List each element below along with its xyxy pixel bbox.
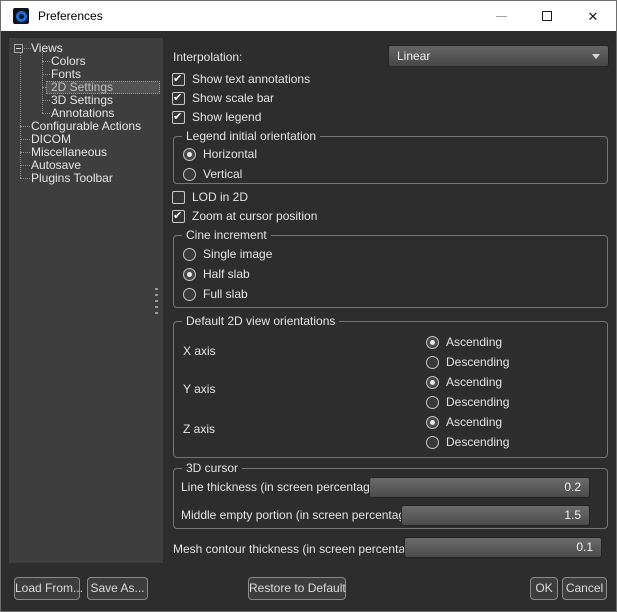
settings-tree: Views Colors Fonts 2D Settings 3D Settin… [9,38,163,563]
dialog-content: Views Colors Fonts 2D Settings 3D Settin… [1,31,616,611]
group-title: Cine increment [182,229,271,242]
minimize-button[interactable] [478,1,524,31]
restore-to-default-button[interactable]: Restore to Default [248,577,346,600]
show-legend-checkbox[interactable]: ✔ Show legend [172,110,261,124]
radio-label: Descending [446,395,509,409]
radio-label: Descending [446,355,509,369]
load-from-button[interactable]: Load From... [14,577,80,600]
tree-item-plugins-toolbar[interactable]: Plugins Toolbar [9,172,163,185]
radio-selected-icon [183,148,196,161]
z-axis-descending-radio[interactable]: Descending [426,435,509,449]
show-scale-bar-checkbox[interactable]: ✔ Show scale bar [172,91,274,105]
radio-icon [183,248,196,261]
checkbox-label: Show text annotations [192,72,310,86]
tree-item-views[interactable]: Views [9,42,163,55]
group-title: Legend initial orientation [182,130,320,143]
radio-label: Vertical [203,167,242,181]
minus-icon [16,48,21,49]
middle-empty-portion-value: 1.5 [564,508,581,522]
y-axis-label: Y axis [183,382,215,396]
app-icon [13,8,29,24]
y-axis-ascending-radio[interactable]: Ascending [426,375,502,389]
radio-selected-icon [426,336,439,349]
tree-collapse-icon[interactable] [14,44,23,53]
close-button[interactable]: ✕ [570,1,616,31]
ok-button[interactable]: OK [530,577,558,600]
radio-icon [426,436,439,449]
checkbox-label: Show scale bar [192,91,274,105]
checkbox-checked-icon: ✔ [172,92,185,105]
z-axis-label: Z axis [183,422,215,436]
x-axis-ascending-radio[interactable]: Ascending [426,335,502,349]
radio-label: Half slab [203,267,250,281]
checkbox-unchecked-icon [172,191,185,204]
maximize-button[interactable] [524,1,570,31]
view-orientations-group: Default 2D view orientations [173,321,608,458]
cancel-button[interactable]: Cancel [562,577,607,600]
line-thickness-input[interactable]: 0.2 [369,477,590,498]
lod-in-2d-checkbox[interactable]: LOD in 2D [172,190,248,204]
radio-label: Full slab [203,287,248,301]
radio-icon [426,396,439,409]
radio-selected-icon [183,268,196,281]
app-logo-ring-icon [16,11,27,22]
radio-label: Ascending [446,335,502,349]
window-title: Preferences [38,9,103,23]
window-controls: ✕ [478,1,616,31]
middle-empty-portion-label: Middle empty portion (in screen percenta… [181,508,419,522]
radio-label: Ascending [446,375,502,389]
radio-selected-icon [426,376,439,389]
checkbox-checked-icon: ✔ [172,73,185,86]
line-thickness-value: 0.2 [564,480,581,494]
checkbox-label: Zoom at cursor position [192,209,317,223]
x-axis-descending-radio[interactable]: Descending [426,355,509,369]
radio-icon [426,356,439,369]
tree-item-colors[interactable]: Colors [9,55,163,68]
close-icon: ✕ [588,10,599,23]
mesh-contour-thickness-value: 0.1 [576,540,593,554]
mesh-contour-thickness-label: Mesh contour thickness (in screen percen… [173,542,426,556]
cine-single-image-radio[interactable]: Single image [183,247,272,261]
titlebar: Preferences ✕ [1,1,616,31]
x-axis-label: X axis [183,344,216,358]
radio-label: Descending [446,435,509,449]
cine-half-slab-radio[interactable]: Half slab [183,267,250,281]
maximize-icon [542,11,552,21]
interpolation-value: Linear [397,49,430,63]
zoom-at-cursor-checkbox[interactable]: ✔ Zoom at cursor position [172,209,317,223]
group-title: 3D cursor [182,462,242,475]
show-text-annotations-checkbox[interactable]: ✔ Show text annotations [172,72,310,86]
preferences-window: Preferences ✕ Views Colors [0,0,617,612]
save-as-button[interactable]: Save As... [87,577,148,600]
checkbox-checked-icon: ✔ [172,210,185,223]
group-title: Default 2D view orientations [182,315,339,328]
radio-label: Single image [203,247,272,261]
interpolation-label: Interpolation: [173,50,242,64]
z-axis-ascending-radio[interactable]: Ascending [426,415,502,429]
radio-icon [183,168,196,181]
checkbox-label: Show legend [192,110,261,124]
y-axis-descending-radio[interactable]: Descending [426,395,509,409]
checkbox-label: LOD in 2D [192,190,248,204]
middle-empty-portion-input[interactable]: 1.5 [401,505,590,526]
line-thickness-label: Line thickness (in screen percentage): [181,480,384,494]
tree-item-label: Plugins Toolbar [31,172,113,185]
radio-selected-icon [426,416,439,429]
cine-full-slab-radio[interactable]: Full slab [183,287,248,301]
checkbox-checked-icon: ✔ [172,111,185,124]
radio-icon [183,288,196,301]
minimize-icon [496,16,507,17]
legend-vertical-radio[interactable]: Vertical [183,167,242,181]
mesh-contour-thickness-input[interactable]: 0.1 [404,537,602,558]
legend-horizontal-radio[interactable]: Horizontal [183,147,257,161]
sidebar-splitter[interactable] [155,288,158,316]
interpolation-select[interactable]: Linear [388,45,609,67]
chevron-down-icon [592,54,600,59]
radio-label: Ascending [446,415,502,429]
radio-label: Horizontal [203,147,257,161]
